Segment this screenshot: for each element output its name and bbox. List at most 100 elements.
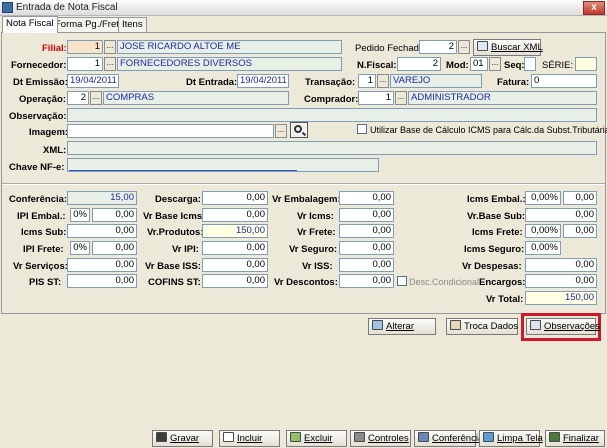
tab-forma-pg-frete[interactable]: Forma Pg./Frete (51, 17, 129, 32)
alterar-label: Alterar (386, 321, 414, 332)
ipi-frete-pct-field[interactable]: 0% (70, 241, 90, 255)
transacao-label: Transação: (305, 77, 356, 88)
troca-dados-button[interactable]: Troca Dados (446, 318, 518, 335)
xml-field[interactable] (67, 141, 597, 155)
comprador-label: Comprador: (304, 94, 359, 105)
vr-produtos-label: Vr.Produtos: (147, 227, 204, 238)
vr-produtos-field[interactable]: 150,00 (202, 224, 268, 238)
vr-seguro-field[interactable]: 0,00 (339, 241, 394, 255)
operacao-code-field[interactable]: 2 (67, 91, 89, 105)
pedido-lookup-button[interactable]: ... (458, 40, 470, 54)
icms-embal-field[interactable]: 0,00 (563, 191, 597, 205)
observacao-field[interactable] (67, 108, 597, 122)
controles-button[interactable]: Controles (350, 430, 411, 447)
tab-itens[interactable]: Itens (118, 17, 147, 32)
imagem-field[interactable] (67, 124, 274, 138)
descarga-label: Descarga: (155, 194, 201, 205)
app-icon (2, 2, 13, 13)
vr-iss-field[interactable]: 0,00 (339, 258, 394, 272)
fatura-field[interactable]: 0 (531, 74, 597, 88)
vr-descontos-field[interactable]: 0,00 (339, 274, 394, 288)
dt-entrada-field[interactable]: 19/04/2011 (237, 74, 289, 88)
dt-emissao-field[interactable]: 19/04/2011 (67, 74, 119, 88)
close-button[interactable]: x (583, 1, 605, 15)
encargos-field[interactable]: 0,00 (525, 274, 597, 288)
transacao-lookup-button[interactable]: ... (377, 74, 389, 88)
filial-label: Filial: (42, 43, 67, 54)
controles-label: Controles (368, 433, 409, 444)
vr-ipi-label: Vr IPI: (172, 244, 199, 255)
icms-sub-field[interactable]: 0,00 (67, 224, 137, 238)
save-icon (156, 432, 167, 442)
operacao-lookup-button[interactable]: ... (90, 91, 102, 105)
cofins-st-field[interactable]: 0,00 (202, 274, 268, 288)
swap-icon (450, 320, 461, 330)
fornecedor-label: Fornecedor: (11, 60, 67, 71)
vr-icms-label: Vr Icms: (297, 211, 334, 222)
mod-lookup-button[interactable]: ... (489, 57, 501, 71)
vr-embalagem-field[interactable]: 0,00 (339, 191, 394, 205)
seq-field[interactable] (524, 57, 536, 71)
gravar-button[interactable]: Gravar (152, 430, 213, 447)
image-preview-icon[interactable] (290, 122, 308, 138)
seq-label: Seq: (504, 60, 525, 71)
vr-despesas-label: Vr Despesas: (462, 261, 522, 272)
buscar-xml-button[interactable]: Buscar XML (473, 39, 543, 56)
limpa-tela-label: Limpa Tela (497, 433, 543, 444)
ipi-embal-field[interactable]: 0,00 (92, 208, 137, 222)
vr-seguro-label: Vr Seguro: (289, 244, 338, 255)
vr-frete-label: Vr Frete: (297, 227, 336, 238)
incluir-button[interactable]: Incluir (219, 430, 280, 447)
fornecedor-code-field[interactable]: 1 (67, 57, 103, 71)
finalizar-button[interactable]: Finalizar (545, 430, 605, 447)
filial-name-field: JOSE RICARDO ALTOE ME (117, 40, 342, 54)
dt-entrada-label: Dt Entrada: (186, 77, 238, 88)
icms-embal-pct-field[interactable]: 0,00% (525, 191, 561, 205)
fornecedor-lookup-button[interactable]: ... (104, 57, 116, 71)
imagem-browse-button[interactable]: ... (275, 124, 287, 138)
icms-seguro-pct-field[interactable]: 0,00% (525, 241, 561, 255)
vr-base-iss-field[interactable]: 0,00 (202, 258, 268, 272)
tab-nota-fiscal[interactable]: Nota Fiscal (2, 16, 58, 33)
filial-lookup-button[interactable]: ... (104, 40, 116, 54)
filial-code-field[interactable]: 1 (67, 40, 103, 54)
comprador-lookup-button[interactable]: ... (395, 91, 407, 105)
mod-field[interactable]: 01 (470, 57, 488, 71)
pis-st-field[interactable]: 0,00 (67, 274, 137, 288)
clear-icon (483, 432, 494, 442)
ipi-frete-field[interactable]: 0,00 (92, 241, 137, 255)
ipi-embal-pct-field[interactable]: 0% (70, 208, 90, 222)
alterar-button[interactable]: Alterar (368, 318, 436, 335)
ipi-embal-label: IPI Embal.: (17, 211, 66, 222)
vr-base-icms-field[interactable]: 0,00 (202, 208, 268, 222)
serie-field[interactable] (575, 57, 597, 71)
transacao-name-field: VAREJO (390, 74, 482, 88)
vr-icms-field[interactable]: 0,00 (339, 208, 394, 222)
icms-frete-field[interactable]: 0,00 (563, 224, 597, 238)
icms-base-check-label: Utilizar Base de Cálculo ICMS para Cálc.… (370, 125, 607, 135)
pedido-fechado-field[interactable]: 2 (419, 40, 457, 54)
observacoes-label: Observações (544, 321, 600, 332)
descarga-field[interactable]: 0,00 (202, 191, 268, 205)
vr-base-sub-field[interactable]: 0,00 (525, 208, 597, 222)
observacoes-button[interactable]: Observações (526, 318, 600, 335)
vr-ipi-field[interactable]: 0,00 (202, 241, 268, 255)
operacao-label: Operação: (19, 94, 66, 105)
icms-base-checkbox[interactable] (357, 124, 367, 134)
chave-nfe-label: Chave NF-e: (9, 162, 65, 173)
comprador-code-field[interactable]: 1 (358, 91, 394, 105)
limpa-tela-button[interactable]: Limpa Tela (479, 430, 543, 447)
conferencia-button[interactable]: Conferência (414, 430, 483, 447)
vr-frete-field[interactable]: 0,00 (339, 224, 394, 238)
pis-st-label: PIS ST: (29, 277, 62, 288)
conferencia-field: 15,00 (67, 191, 137, 205)
transacao-code-field[interactable]: 1 (358, 74, 376, 88)
vr-servicos-field[interactable]: 0,00 (67, 258, 137, 272)
vr-despesas-field[interactable]: 0,00 (525, 258, 597, 272)
icms-embal-label: Icms Embal.: (467, 194, 526, 205)
desc-condicional-checkbox[interactable] (397, 276, 407, 286)
icms-frete-pct-field[interactable]: 0,00% (525, 224, 561, 238)
troca-dados-label: Troca Dados (464, 321, 519, 332)
nfiscal-field[interactable]: 2 (397, 57, 441, 71)
excluir-button[interactable]: Excluir (286, 430, 347, 447)
